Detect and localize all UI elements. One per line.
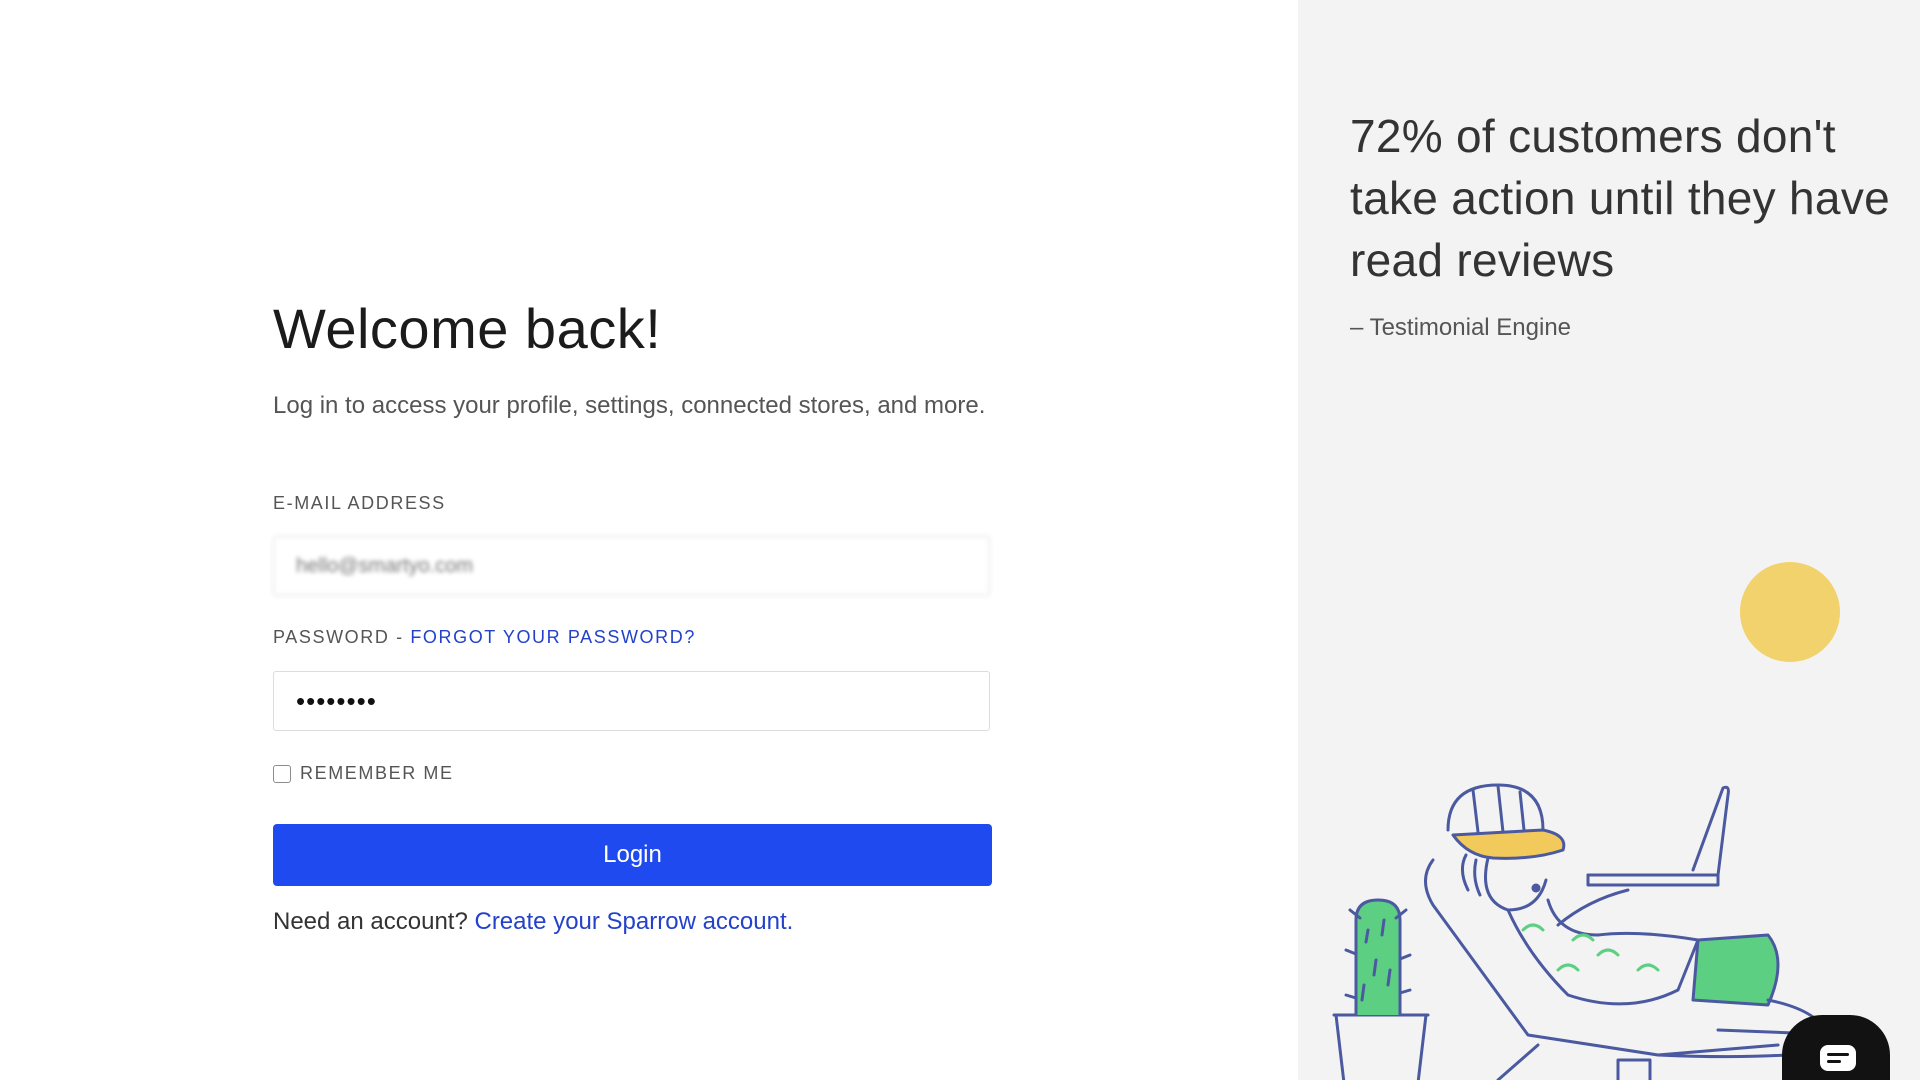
signup-prompt-text: Need an account? <box>273 908 468 935</box>
email-field[interactable] <box>273 536 990 596</box>
testimonial-source: – Testimonial Engine <box>1350 314 1572 341</box>
chat-widget-button[interactable] <box>1782 1015 1890 1080</box>
create-account-link[interactable]: Create your Sparrow account. <box>474 908 793 935</box>
password-label: PASSWORD <box>273 627 390 647</box>
sun-decoration <box>1740 562 1840 662</box>
password-label-separator: - <box>396 627 404 647</box>
testimonial-quote: 72% of customers don't take action until… <box>1350 110 1890 286</box>
page-title: Welcome back! <box>273 297 662 360</box>
signup-prompt: Need an account? Create your Sparrow acc… <box>273 908 793 936</box>
remember-me-checkbox[interactable] <box>273 764 291 783</box>
email-label: E-MAIL ADDRESS <box>273 493 446 513</box>
password-field[interactable] <box>273 671 990 731</box>
testimonial-panel: 72% of customers don't take action until… <box>1298 0 1920 1080</box>
password-label-row: PASSWORD - FORGOT YOUR PASSWORD? <box>273 627 696 648</box>
page-subtitle: Log in to access your profile, settings,… <box>273 392 986 419</box>
login-button[interactable]: Login <box>273 824 992 886</box>
forgot-password-link[interactable]: FORGOT YOUR PASSWORD? <box>410 627 696 647</box>
remember-me-row[interactable]: REMEMBER ME <box>273 763 454 784</box>
chat-bubble-icon <box>1820 1045 1856 1071</box>
remember-me-label[interactable]: REMEMBER ME <box>300 763 454 784</box>
login-panel: Welcome back! Log in to access your prof… <box>0 0 1298 1080</box>
